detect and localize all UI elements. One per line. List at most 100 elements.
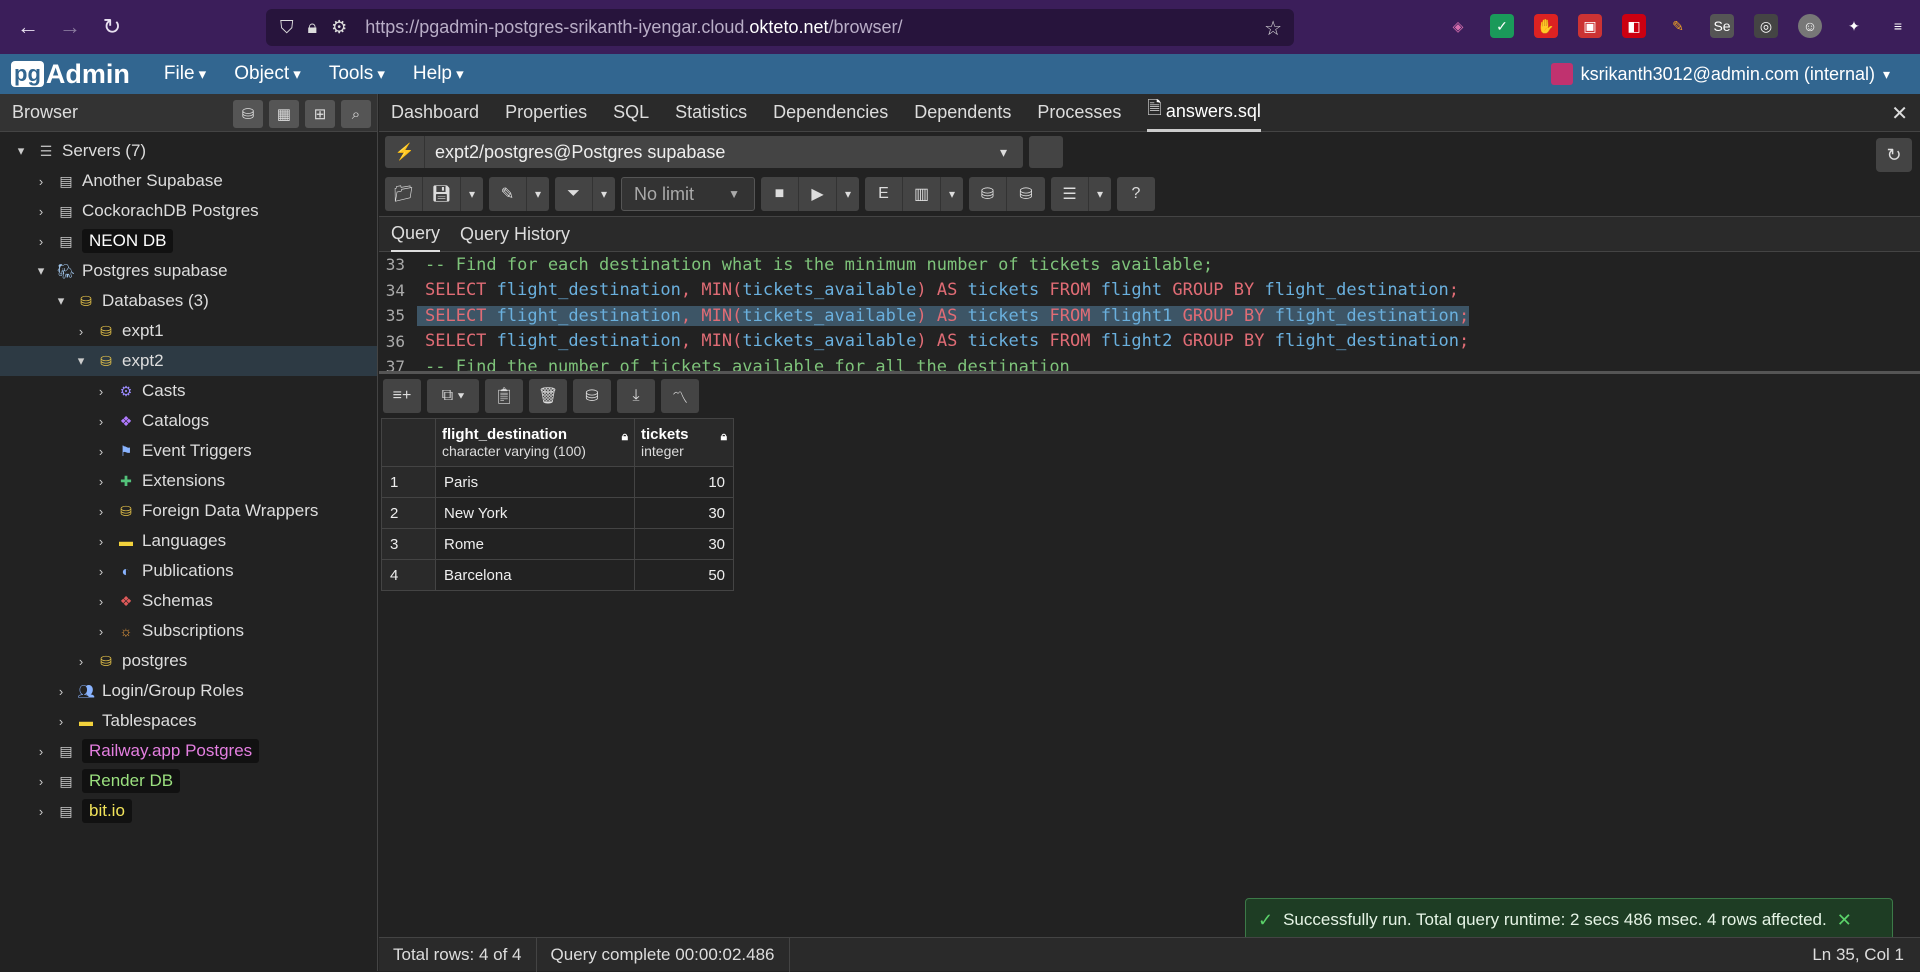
extension-glasses-icon[interactable]: ◎ [1754,14,1778,38]
macros-icon[interactable]: ☰ [1051,177,1089,211]
new-connection-icon[interactable] [1029,136,1063,168]
menu-file[interactable]: File [164,63,206,85]
tab-properties[interactable]: Properties [505,94,587,132]
open-file-icon[interactable]: 📁︎ [385,177,423,211]
tree-node[interactable]: › 👥︎ Login/Group Roles [0,676,377,706]
chevron-right-icon[interactable]: › [94,474,108,489]
paste-icon[interactable]: 📋︎ [485,379,523,413]
tab-query[interactable]: Query [391,216,441,252]
table-row[interactable]: 2 New York 30 [381,497,734,529]
menu-tools[interactable]: Tools [329,63,385,85]
forward-icon[interactable]: → [56,13,84,41]
save-dropdown-icon[interactable]: ▾ [461,177,483,211]
save-file-icon[interactable]: 💾︎ [423,177,461,211]
table-cell[interactable]: New York [435,497,635,529]
tree-node[interactable]: › ☼ Subscriptions [0,616,377,646]
explain-icon[interactable]: E [865,177,903,211]
tab-statistics[interactable]: Statistics [675,94,747,132]
tree-node[interactable]: › ▬ Languages [0,526,377,556]
selenium-icon[interactable]: Se [1710,14,1734,38]
tree-node[interactable]: › ❖ Schemas [0,586,377,616]
table-cell[interactable]: Rome [435,528,635,560]
tree-node[interactable]: › ⛁ expt1 [0,316,377,346]
chevron-down-icon[interactable]: ▾ [14,143,28,159]
download-icon[interactable]: ⤓ [617,379,655,413]
chevron-right-icon[interactable]: › [34,774,48,789]
chevron-down-icon[interactable]: ▾ [74,353,88,369]
filter-icon[interactable]: ⏷ [555,177,593,211]
tree-node[interactable]: ▾ ☰ Servers (7) [0,136,377,166]
profile-avatar-icon[interactable]: ☺ [1798,14,1822,38]
tree-node[interactable]: › ▤ Railway.app Postgres [0,736,377,766]
tree-node[interactable]: › ▤ Render DB [0,766,377,796]
extension-pen-icon[interactable]: ✎ [1666,14,1690,38]
edit-dropdown-icon[interactable]: ▾ [527,177,549,211]
table-cell[interactable]: 50 [634,559,734,591]
table-cell[interactable]: 30 [634,528,734,560]
graph-visualiser-icon[interactable]: 〽 [661,379,699,413]
user-menu[interactable]: ksrikanth3012@admin.com (internal) ▾ [1550,63,1890,85]
execute-dropdown-icon[interactable]: ▾ [837,177,859,211]
tree-node[interactable]: › ⚑ Event Triggers [0,436,377,466]
query-tool-icon[interactable]: ⛁ [233,100,263,128]
tab-sql[interactable]: SQL [613,94,649,132]
tree-node[interactable]: › ⛁ Foreign Data Wrappers [0,496,377,526]
tab-answers-sql[interactable]: 🗎︎ answers.sql [1147,94,1261,132]
back-icon[interactable]: ← [14,13,42,41]
tree-node[interactable]: › ⛁ postgres [0,646,377,676]
tree-node[interactable]: ▾ 🐘︎ Postgres supabase [0,256,377,286]
chevron-right-icon[interactable]: › [74,654,88,669]
chevron-right-icon[interactable]: › [34,204,48,219]
reload-icon[interactable]: ↻ [98,13,126,41]
chevron-right-icon[interactable]: › [54,714,68,729]
explain-dropdown-icon[interactable]: ▾ [941,177,963,211]
chevron-down-icon[interactable]: ▾ [34,263,48,279]
close-icon[interactable]: ✕ [1837,910,1852,931]
macros-dropdown-icon[interactable]: ▾ [1089,177,1111,211]
tab-dependencies[interactable]: Dependencies [773,94,888,132]
search-icon[interactable]: ⌕ [341,100,371,128]
menu-help[interactable]: Help [413,63,464,85]
tree-node[interactable]: › ◐ Publications [0,556,377,586]
tree-node[interactable]: › ▤ Another Supabase [0,166,377,196]
pocket-icon[interactable]: ◈ [1446,14,1470,38]
chevron-right-icon[interactable]: › [94,594,108,609]
chevron-right-icon[interactable]: › [34,804,48,819]
filter-rows-icon[interactable]: ⊞ [305,100,335,128]
chevron-right-icon[interactable]: › [54,684,68,699]
hamburger-menu-icon[interactable]: ≡ [1886,14,1910,38]
connection-select[interactable]: ⚡ expt2/postgres@Postgres supabase ▾ [385,136,1023,168]
tab-dependents[interactable]: Dependents [914,94,1011,132]
delete-icon[interactable]: 🗑︎ [529,379,567,413]
table-row[interactable]: 4 Barcelona 50 [381,559,734,591]
menu-object[interactable]: Object [234,63,301,85]
rollback-icon[interactable]: ⛁ [1007,177,1045,211]
chevron-right-icon[interactable]: › [34,234,48,249]
chevron-right-icon[interactable]: › [34,744,48,759]
explain-analyze-icon[interactable]: ▥ [903,177,941,211]
execute-icon[interactable]: ▶ [799,177,837,211]
extension-red-icon[interactable]: ▣ [1578,14,1602,38]
url-bar[interactable]: ⛉ 🔒︎ ⚙︎ https://pgadmin-postgres-srikant… [266,9,1294,46]
tree-node[interactable]: › ▤ CockorachDB Postgres [0,196,377,226]
tab-processes[interactable]: Processes [1037,94,1121,132]
chevron-right-icon[interactable]: › [74,324,88,339]
table-row[interactable]: 1 Paris 10 [381,466,734,498]
table-cell[interactable]: 30 [634,497,734,529]
copy-icon[interactable]: ⧉ ▾ [427,379,479,413]
chevron-right-icon[interactable]: › [34,174,48,189]
sql-editor[interactable]: 33 -- Find for each destination what is t… [379,252,1920,374]
column-header[interactable]: flight_destination character varying (100… [435,418,635,467]
table-row[interactable]: 3 Rome 30 [381,528,734,560]
add-row-icon[interactable]: ≡+ [383,379,421,413]
chevron-right-icon[interactable]: › [94,414,108,429]
tree-node[interactable]: › ▬ Tablespaces [0,706,377,736]
table-cell[interactable]: Barcelona [435,559,635,591]
commit-icon[interactable]: ⛁ [969,177,1007,211]
refresh-icon[interactable]: ↻ [1876,138,1912,172]
view-data-icon[interactable]: ▦ [269,100,299,128]
help-icon[interactable]: ? [1117,177,1155,211]
extension-pdf-icon[interactable]: ◧ [1622,14,1646,38]
tree-node[interactable]: › ❖ Catalogs [0,406,377,436]
chevron-down-icon[interactable]: ▾ [54,293,68,309]
